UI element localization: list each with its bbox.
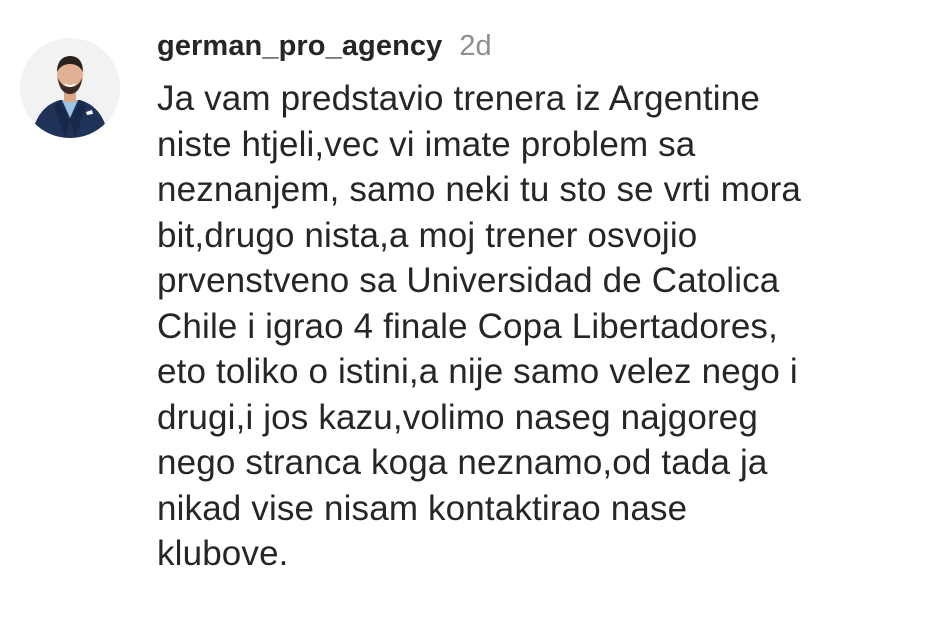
comment-text: Ja vam predstavio trenera iz Argentine n… <box>157 76 917 577</box>
comment-content: german_pro_agency 2d Ja vam predstavio t… <box>157 30 917 577</box>
comment-text-line: prvenstveno sa Universidad de Catolica <box>157 261 780 300</box>
profile-photo-icon <box>20 38 120 138</box>
comment-text-line: neznanjem, samo neki tu sto se vrti mora <box>157 170 802 209</box>
comment: german_pro_agency 2d Ja vam predstavio t… <box>0 0 934 617</box>
comment-text-line: Ja vam predstavio trenera iz Argentine <box>157 79 760 118</box>
comment-text-line: drugi,i jos kazu,volimo naseg najgoreg <box>157 397 759 437</box>
comment-header: german_pro_agency 2d <box>157 30 917 63</box>
username-link[interactable]: german_pro_agency <box>157 30 442 63</box>
comment-text-line: Chile i igrao 4 finale Copa Libertadores… <box>157 306 778 346</box>
comment-text-line: niste htjeli,vec vi imate problem sa <box>157 124 696 164</box>
timestamp: 2d <box>459 30 492 62</box>
comment-text-line: nego stranca koga neznamo,od tada ja <box>157 443 768 482</box>
comment-text-line: bit,drugo nista,a moj trener osvojio <box>157 215 698 255</box>
avatar[interactable] <box>20 38 120 138</box>
comment-text-line: klubove. <box>157 534 289 573</box>
comment-text-line: nikad vise nisam kontaktirao nase <box>157 488 688 528</box>
comment-text-line: eto toliko o istini,a nije samo velez ne… <box>157 352 798 391</box>
